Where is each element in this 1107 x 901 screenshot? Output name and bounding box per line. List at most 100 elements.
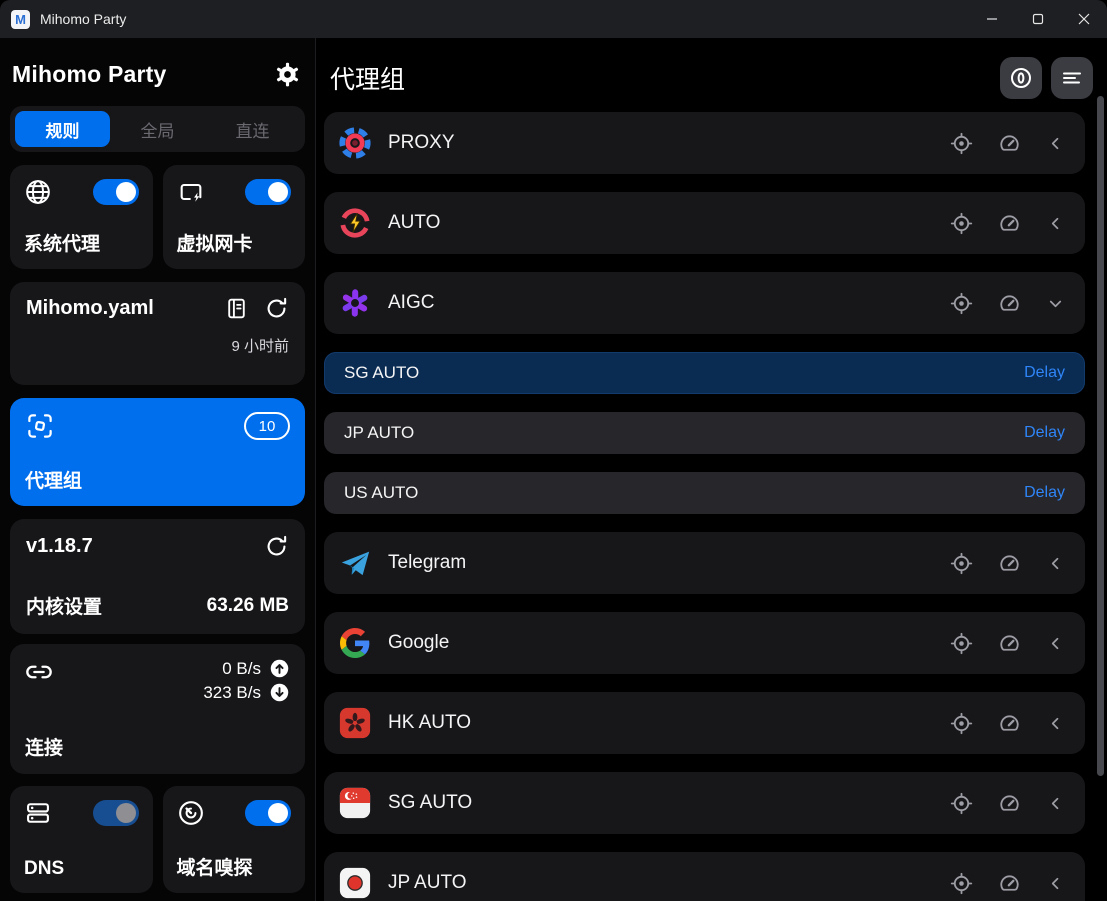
locate-icon[interactable] (950, 872, 973, 895)
group-row-google[interactable]: Google (324, 612, 1085, 674)
system-proxy-label: 系统代理 (24, 229, 139, 256)
tab-direct[interactable]: 直连 (205, 111, 300, 147)
locate-icon[interactable] (950, 132, 973, 155)
globe-icon (24, 178, 52, 206)
group-row-proxy[interactable]: PROXY (324, 112, 1085, 174)
speedtest-icon[interactable] (998, 552, 1021, 575)
hk-flag-icon (338, 706, 372, 740)
speedtest-icon[interactable] (998, 792, 1021, 815)
member-name: JP AUTO (344, 423, 414, 443)
delay-test-all-button[interactable] (1000, 57, 1042, 99)
tun-card[interactable]: 虚拟网卡 (163, 165, 306, 269)
chevron-down-icon[interactable] (1046, 294, 1065, 313)
chevron-left-icon[interactable] (1046, 214, 1065, 233)
chevron-left-icon[interactable] (1046, 714, 1065, 733)
member-name: US AUTO (344, 483, 418, 503)
sniffer-toggle[interactable] (245, 800, 291, 826)
connections-card[interactable]: 0 B/s 323 B/s (10, 644, 305, 774)
group-row-auto[interactable]: AUTO (324, 192, 1085, 254)
member-row-us-auto[interactable]: US AUTO Delay (324, 472, 1085, 514)
member-row-sg-auto[interactable]: SG AUTO Delay (324, 352, 1085, 394)
system-proxy-toggle[interactable] (93, 179, 139, 205)
maximize-icon (1032, 13, 1044, 25)
chevron-left-icon[interactable] (1046, 794, 1065, 813)
main-header: 代理组 (316, 38, 1107, 112)
locate-icon[interactable] (950, 632, 973, 655)
dns-toggle[interactable] (93, 800, 139, 826)
app-window: M Mihomo Party Mihomo Party (0, 0, 1107, 901)
settings-button[interactable] (274, 61, 301, 88)
locate-icon[interactable] (950, 292, 973, 315)
group-name: SG AUTO (388, 792, 472, 814)
download-speed: 323 B/s (203, 683, 261, 703)
member-row-jp-auto[interactable]: JP AUTO Delay (324, 412, 1085, 454)
speedtest-icon[interactable] (998, 132, 1021, 155)
restart-core-icon[interactable] (264, 534, 289, 559)
proxy-group-list: PROXY AUTO (316, 112, 1107, 901)
chevron-left-icon[interactable] (1046, 634, 1065, 653)
upload-arrow-icon (269, 658, 290, 679)
delay-value[interactable]: Delay (1024, 484, 1065, 502)
tun-label: 虚拟网卡 (177, 229, 292, 256)
core-card[interactable]: v1.18.7 内核设置 63.26 MB (10, 519, 305, 634)
delay-value[interactable]: Delay (1024, 364, 1065, 382)
chevron-left-icon[interactable] (1046, 554, 1065, 573)
profile-name: Mihomo.yaml (26, 297, 224, 320)
speedtest-icon[interactable] (998, 632, 1021, 655)
tun-toggle[interactable] (245, 179, 291, 205)
proxy-groups-count-badge: 10 (244, 412, 290, 440)
group-name: Google (388, 632, 449, 654)
group-name: HK AUTO (388, 712, 471, 734)
sidebar-item-proxy-groups[interactable]: 10 代理组 (10, 398, 305, 506)
group-row-telegram[interactable]: Telegram (324, 532, 1085, 594)
sniffer-card[interactable]: 域名嗅探 (163, 786, 306, 893)
tab-rule[interactable]: 规则 (15, 111, 110, 147)
gear-icon (274, 61, 301, 88)
chevron-left-icon[interactable] (1046, 874, 1065, 893)
close-button[interactable] (1061, 0, 1107, 38)
link-icon (25, 658, 53, 686)
scrollbar-thumb[interactable] (1097, 96, 1104, 776)
speedtest-icon[interactable] (998, 292, 1021, 315)
group-name: JP AUTO (388, 872, 467, 894)
speedtest-icon[interactable] (998, 872, 1021, 895)
download-arrow-icon (269, 682, 290, 703)
window-title: Mihomo Party (40, 11, 126, 27)
chevron-left-icon[interactable] (1046, 134, 1065, 153)
aigc-group-icon (338, 286, 372, 320)
refresh-icon[interactable] (264, 296, 289, 321)
speedtest-icon[interactable] (998, 212, 1021, 235)
maximize-button[interactable] (1015, 0, 1061, 38)
list-lines-icon (1060, 66, 1084, 90)
sniffer-icon (177, 799, 205, 827)
dns-label: DNS (24, 858, 139, 880)
group-row-sg-auto[interactable]: SG AUTO (324, 772, 1085, 834)
delay-value[interactable]: Delay (1024, 424, 1065, 442)
telegram-icon (338, 546, 372, 580)
view-mode-button[interactable] (1051, 57, 1093, 99)
document-icon[interactable] (224, 296, 249, 321)
locate-icon[interactable] (950, 712, 973, 735)
tab-global[interactable]: 全局 (110, 111, 205, 147)
app-logo-icon: M (11, 10, 30, 29)
locate-icon[interactable] (950, 552, 973, 575)
jp-flag-icon (338, 866, 372, 900)
profile-card[interactable]: Mihomo.yaml 9 小时前 (10, 282, 305, 385)
system-proxy-card[interactable]: 系统代理 (10, 165, 153, 269)
upload-speed: 0 B/s (222, 659, 261, 679)
main-panel: 代理组 (316, 38, 1107, 901)
dns-card[interactable]: DNS (10, 786, 153, 893)
group-row-aigc[interactable]: AIGC (324, 272, 1085, 334)
locate-icon[interactable] (950, 212, 973, 235)
group-row-jp-auto[interactable]: JP AUTO (324, 852, 1085, 901)
google-icon (338, 626, 372, 660)
dns-server-icon (24, 799, 52, 827)
proxy-groups-label: 代理组 (25, 466, 290, 493)
group-row-hk-auto[interactable]: HK AUTO (324, 692, 1085, 754)
core-memory: 63.26 MB (207, 595, 289, 617)
core-settings-label: 内核设置 (26, 592, 102, 619)
speedtest-icon[interactable] (998, 712, 1021, 735)
group-name: PROXY (388, 132, 455, 154)
locate-icon[interactable] (950, 792, 973, 815)
minimize-button[interactable] (969, 0, 1015, 38)
